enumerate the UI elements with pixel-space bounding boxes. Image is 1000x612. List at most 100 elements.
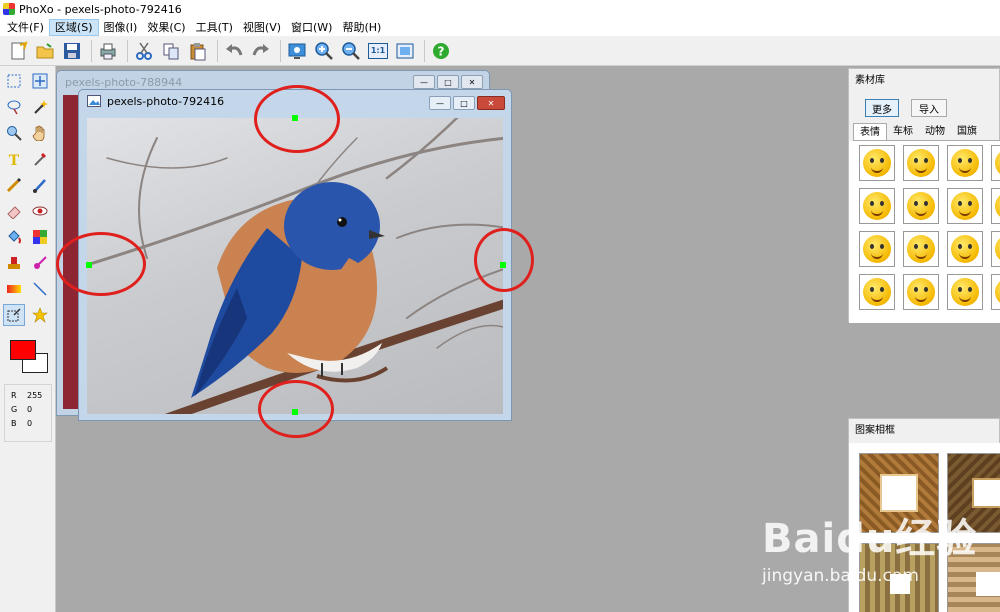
help-icon[interactable]: ? [429, 39, 453, 63]
copy-icon[interactable] [159, 39, 183, 63]
menu-tools[interactable]: 工具(T) [191, 19, 238, 36]
emoticon-item[interactable] [859, 188, 895, 224]
blue-value: 0 [27, 419, 33, 428]
color-replace-icon[interactable] [29, 226, 51, 248]
fit-window-icon[interactable] [393, 39, 417, 63]
menu-bar: 文件(F) 区域(S) 图像(I) 效果(C) 工具(T) 视图(V) 窗口(W… [0, 18, 1000, 36]
emoticon-item[interactable] [859, 145, 895, 181]
emoticon-item[interactable] [991, 145, 1000, 181]
minimize-button[interactable]: — [429, 96, 451, 110]
emoticon-item[interactable] [947, 231, 983, 267]
menu-file[interactable]: 文件(F) [2, 19, 49, 36]
pattern-frames-panel: 图案相框 [848, 418, 1000, 612]
toolbar-separator [217, 39, 218, 62]
highlight-circle [258, 380, 334, 438]
tab-emoticons[interactable]: 表情 [853, 123, 887, 140]
line-icon[interactable] [29, 278, 51, 300]
move-icon[interactable] [29, 70, 51, 92]
menu-help[interactable]: 帮助(H) [337, 19, 386, 36]
zoom-in-icon[interactable] [312, 39, 336, 63]
emoticon-grid [849, 141, 1000, 323]
maximize-button[interactable]: □ [437, 75, 459, 89]
menu-effects[interactable]: 效果(C) [142, 19, 190, 36]
green-label: G [11, 405, 18, 414]
panel-title: 素材库 [855, 75, 885, 86]
maximize-button[interactable]: □ [453, 96, 475, 110]
minimize-button[interactable]: — [413, 75, 435, 89]
emoticon-item[interactable] [991, 231, 1000, 267]
transform-icon[interactable] [3, 304, 25, 326]
green-value: 0 [27, 405, 33, 414]
eraser-icon[interactable] [3, 200, 25, 222]
hand-icon[interactable] [29, 122, 51, 144]
paste-icon[interactable] [186, 39, 210, 63]
brush-icon[interactable] [29, 174, 51, 196]
frame-grid [849, 443, 1000, 612]
menu-window[interactable]: 窗口(W) [286, 19, 337, 36]
highlight-circle [254, 85, 340, 153]
gradient-icon[interactable] [3, 278, 25, 300]
lasso-icon[interactable] [3, 96, 25, 118]
emoticon-item[interactable] [991, 188, 1000, 224]
close-button[interactable]: ✕ [461, 75, 483, 89]
frame-item[interactable] [859, 543, 939, 612]
app-icon [3, 3, 15, 15]
red-eye-icon[interactable] [29, 200, 51, 222]
emoticon-item[interactable] [991, 274, 1000, 310]
magic-wand-icon[interactable] [29, 96, 51, 118]
close-button[interactable]: ✕ [477, 96, 505, 110]
zoom-out-icon[interactable] [339, 39, 363, 63]
eyedropper-icon[interactable] [29, 148, 51, 170]
open-folder-icon[interactable] [33, 39, 57, 63]
cut-icon[interactable] [132, 39, 156, 63]
image-doc-icon [87, 95, 101, 107]
actual-size-icon[interactable]: 1:1 [366, 39, 390, 63]
emoticon-item[interactable] [859, 274, 895, 310]
text-tool-icon[interactable]: T [3, 148, 25, 170]
emoticon-item[interactable] [903, 274, 939, 310]
emoticon-item[interactable] [947, 188, 983, 224]
bird-photo [87, 118, 503, 414]
back-window-title: pexels-photo-788944 [65, 75, 183, 89]
undo-icon[interactable] [222, 39, 246, 63]
emoticon-item[interactable] [903, 188, 939, 224]
frame-item[interactable] [947, 453, 1000, 533]
emoticon-item[interactable] [947, 145, 983, 181]
smudge-icon[interactable] [29, 252, 51, 274]
fill-bucket-icon[interactable] [3, 226, 25, 248]
pencil-icon[interactable] [3, 174, 25, 196]
image-canvas[interactable] [87, 118, 503, 414]
title-bar: PhoXo - pexels-photo-792416 [0, 0, 1000, 18]
tool-palette: T R 255 G0 B 0 [0, 66, 56, 612]
emoticon-item[interactable] [947, 274, 983, 310]
redo-icon[interactable] [249, 39, 273, 63]
menu-selection[interactable]: 区域(S) [48, 18, 99, 36]
menu-image[interactable]: 图像(I) [99, 19, 143, 36]
svg-text:?: ? [438, 44, 445, 58]
settings-screen-icon[interactable] [285, 39, 309, 63]
front-window-title: pexels-photo-792416 [107, 94, 225, 108]
more-button[interactable]: 更多 [865, 99, 899, 117]
panel-title: 图案相框 [855, 425, 895, 436]
rect-select-icon[interactable] [3, 70, 25, 92]
tab-flags[interactable]: 国旗 [951, 123, 983, 140]
new-file-icon[interactable] [6, 39, 30, 63]
menu-view[interactable]: 视图(V) [238, 19, 286, 36]
emoticon-item[interactable] [903, 231, 939, 267]
emoticon-item[interactable] [903, 145, 939, 181]
frame-item[interactable] [859, 453, 939, 533]
star-shape-icon[interactable] [29, 304, 51, 326]
import-button[interactable]: 导入 [911, 99, 947, 117]
window-title: PhoXo - pexels-photo-792416 [19, 2, 182, 16]
foreground-color-swatch[interactable] [10, 340, 36, 360]
frame-item[interactable] [947, 543, 1000, 612]
save-icon[interactable] [60, 39, 84, 63]
print-icon[interactable] [96, 39, 120, 63]
zoom-tool-icon[interactable] [3, 122, 25, 144]
tab-car-logos[interactable]: 车标 [887, 123, 919, 140]
toolbar: 1:1 ? [0, 36, 1000, 66]
tab-animals[interactable]: 动物 [919, 123, 951, 140]
stamp-icon[interactable] [3, 252, 25, 274]
emoticon-item[interactable] [859, 231, 895, 267]
toolbar-separator [424, 39, 425, 62]
